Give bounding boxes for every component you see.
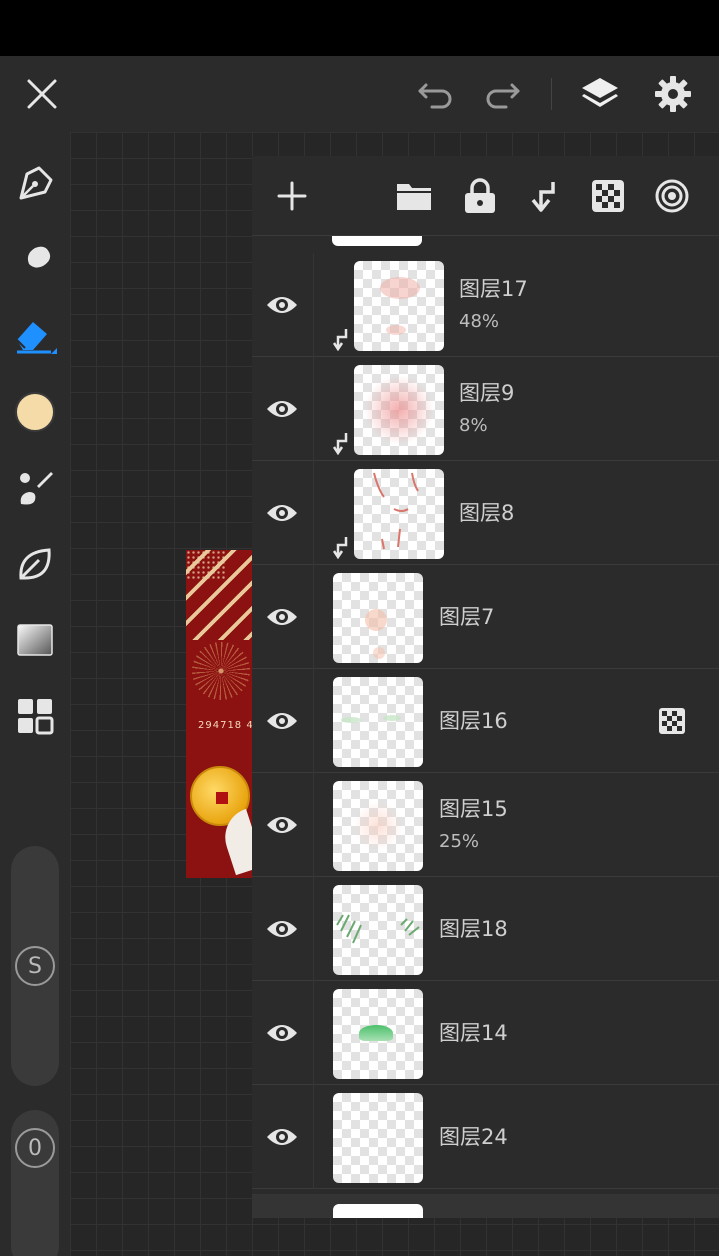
checkerboard-icon[interactable] [588,176,628,216]
undo-icon[interactable] [416,74,456,114]
visibility-eye-icon[interactable] [264,287,300,323]
drawing-app: 294718 4 4 S 0 图层17 48% 图层9 8% 图层8 图层7 图… [0,56,719,1256]
layer-name: 图层18 [439,917,508,941]
layer-opacity: 8% [459,415,488,436]
layer-name: 图层24 [439,1125,508,1149]
layer-thumbnail [354,365,444,455]
current-color [15,392,55,432]
merge-down-icon[interactable] [524,176,564,216]
layer-name: 图层14 [439,1021,508,1045]
visibility-eye-icon[interactable] [264,1119,300,1155]
layer-opacity: 48% [459,311,500,332]
layers-panel-header [252,156,719,236]
layer-row[interactable]: 图层7 [252,565,719,669]
brush-size-slider[interactable]: S [11,846,59,1086]
layer-thumbnail [333,573,423,663]
layer-row[interactable]: 图层16 [252,669,719,773]
visibility-eye-icon[interactable] [264,599,300,635]
layer-thumbnail [333,781,423,871]
layer-row[interactable]: 图层18 [252,877,719,981]
layer-name: 图层16 [439,709,508,733]
redo-icon[interactable] [482,74,522,114]
visibility-eye-icon[interactable] [264,703,300,739]
blend-icon[interactable] [652,176,692,216]
add-layer-icon[interactable] [272,176,312,216]
layer-thumbnail [354,261,444,351]
layer-name: 图层17 [459,277,528,301]
visibility-eye-icon[interactable] [264,911,300,947]
layer-opacity: 25% [439,831,480,852]
top-bar [0,56,719,132]
grid-tool-icon[interactable] [13,694,57,738]
layer-name: 图层15 [439,797,508,821]
layer-thumbnail [333,989,423,1079]
visibility-eye-icon[interactable] [264,1216,300,1218]
visibility-eye-icon[interactable] [264,391,300,427]
layers-list[interactable]: 图层17 48% 图层9 8% 图层8 图层7 图层16 图层15 25% 图层… [252,236,719,1218]
layer-row[interactable]: 图层15 25% [252,773,719,877]
alpha-lock-icon[interactable] [658,707,686,735]
brush-tool-icon[interactable] [13,466,57,510]
visibility-eye-icon[interactable] [264,807,300,843]
brush-opacity-slider[interactable]: 0 [11,1110,59,1256]
layer-name: 图层9 [459,381,515,405]
layers-panel: 图层17 48% 图层9 8% 图层8 图层7 图层16 图层15 25% 图层… [252,156,719,1218]
layer-row[interactable]: 图层9 8% [252,357,719,461]
clipping-mask-icon [332,329,348,351]
folder-icon[interactable] [394,176,434,216]
close-icon[interactable] [22,74,62,114]
layer-row[interactable]: 图层14 [252,981,719,1085]
pen-tool-icon[interactable] [13,162,57,206]
layer-row[interactable]: 图层8 [252,461,719,565]
tool-sidebar: S 0 [0,132,70,1256]
layer-thumbnail [332,236,422,246]
toolbar-divider [551,78,552,110]
layer-name: 图层7 [439,605,495,629]
layer-row[interactable]: 图层17 48% [252,253,719,357]
background-layer-row[interactable]: 背景 [252,1194,719,1218]
clipping-mask-icon [332,433,348,455]
opacity-slider-knob[interactable]: 0 [15,1128,55,1168]
background-thumbnail [333,1204,423,1218]
layers-icon[interactable] [580,74,620,114]
layer-name: 图层8 [459,501,515,525]
color-swatch[interactable] [13,390,57,434]
artwork-dots [186,550,226,580]
layer-thumbnail [333,677,423,767]
size-slider-knob[interactable]: S [15,946,55,986]
eraser-tool-icon[interactable] [13,314,57,358]
leaf-tool-icon[interactable] [13,542,57,586]
visibility-eye-icon[interactable] [264,1015,300,1051]
smudge-tool-icon[interactable] [13,238,57,282]
layer-row[interactable]: 图层24 [252,1085,719,1189]
visibility-eye-icon[interactable] [264,495,300,531]
gear-icon[interactable] [653,74,693,114]
layer-thumbnail [333,885,423,975]
layer-thumbnail [333,1093,423,1183]
gradient-tool-icon[interactable] [13,618,57,662]
clipping-mask-icon [332,537,348,559]
lock-icon[interactable] [460,176,500,216]
layer-thumbnail [354,469,444,559]
status-bar [0,0,719,56]
artwork-firework [192,642,250,700]
